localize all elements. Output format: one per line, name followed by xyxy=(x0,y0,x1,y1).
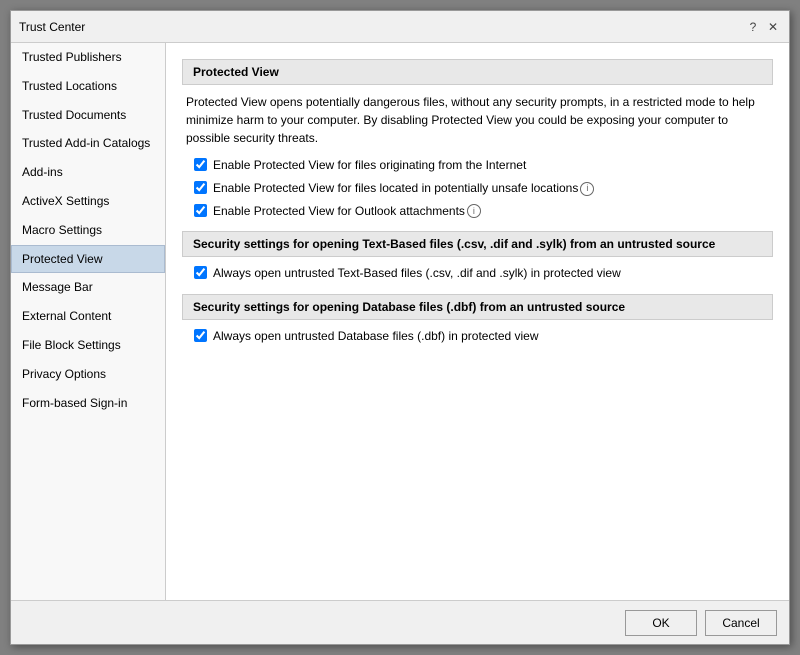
sidebar-item-macro-settings[interactable]: Macro Settings xyxy=(11,216,165,245)
main-content: Protected View Protected View opens poten… xyxy=(166,43,789,600)
checkbox-row: Always open untrusted Text-Based files (… xyxy=(194,265,769,282)
checkbox-label: Enable Protected View for files located … xyxy=(213,180,594,197)
checkbox-row: Enable Protected View for files located … xyxy=(194,180,769,197)
help-button[interactable]: ? xyxy=(745,19,761,35)
checkbox-input[interactable] xyxy=(194,181,207,194)
sidebar-item-external-content[interactable]: External Content xyxy=(11,302,165,331)
sidebar-item-file-block-settings[interactable]: File Block Settings xyxy=(11,331,165,360)
trust-center-dialog: Trust Center ? ✕ Trusted PublishersTrust… xyxy=(10,10,790,645)
sidebar-item-trusted-publishers[interactable]: Trusted Publishers xyxy=(11,43,165,72)
sidebar: Trusted PublishersTrusted LocationsTrust… xyxy=(11,43,166,600)
ok-button[interactable]: OK xyxy=(625,610,697,636)
dialog-body: Trusted PublishersTrusted LocationsTrust… xyxy=(11,43,789,600)
sidebar-item-message-bar[interactable]: Message Bar xyxy=(11,273,165,302)
checkbox-input[interactable] xyxy=(194,266,207,279)
close-button[interactable]: ✕ xyxy=(765,19,781,35)
sidebar-item-protected-view[interactable]: Protected View xyxy=(11,245,165,274)
section-header: Security settings for opening Database f… xyxy=(182,294,773,320)
sidebar-item-activex-settings[interactable]: ActiveX Settings xyxy=(11,187,165,216)
title-bar: Trust Center ? ✕ xyxy=(11,11,789,43)
dialog-title: Trust Center xyxy=(19,20,85,34)
checkbox-label: Always open untrusted Database files (.d… xyxy=(213,328,539,345)
checkbox-input[interactable] xyxy=(194,329,207,342)
section-header: Protected View xyxy=(182,59,773,85)
title-controls: ? ✕ xyxy=(745,19,781,35)
cancel-button[interactable]: Cancel xyxy=(705,610,777,636)
checkbox-input[interactable] xyxy=(194,204,207,217)
sidebar-item-add-ins[interactable]: Add-ins xyxy=(11,158,165,187)
info-icon[interactable]: i xyxy=(580,182,594,196)
section-header: Security settings for opening Text-Based… xyxy=(182,231,773,257)
sidebar-item-privacy-options[interactable]: Privacy Options xyxy=(11,360,165,389)
checkbox-label: Enable Protected View for Outlook attach… xyxy=(213,203,481,220)
footer: OK Cancel xyxy=(11,600,789,644)
sidebar-item-trusted-documents[interactable]: Trusted Documents xyxy=(11,101,165,130)
checkbox-row: Always open untrusted Database files (.d… xyxy=(194,328,769,345)
sidebar-item-trusted-add-in-catalogs[interactable]: Trusted Add-in Catalogs xyxy=(11,129,165,158)
checkbox-label: Always open untrusted Text-Based files (… xyxy=(213,265,621,282)
sidebar-item-trusted-locations[interactable]: Trusted Locations xyxy=(11,72,165,101)
checkbox-row: Enable Protected View for Outlook attach… xyxy=(194,203,769,220)
checkbox-label: Enable Protected View for files originat… xyxy=(213,157,526,174)
info-icon[interactable]: i xyxy=(467,204,481,218)
checkbox-row: Enable Protected View for files originat… xyxy=(194,157,769,174)
section-description: Protected View opens potentially dangero… xyxy=(186,93,769,147)
checkbox-input[interactable] xyxy=(194,158,207,171)
sidebar-item-form-based-sign-in[interactable]: Form-based Sign-in xyxy=(11,389,165,418)
